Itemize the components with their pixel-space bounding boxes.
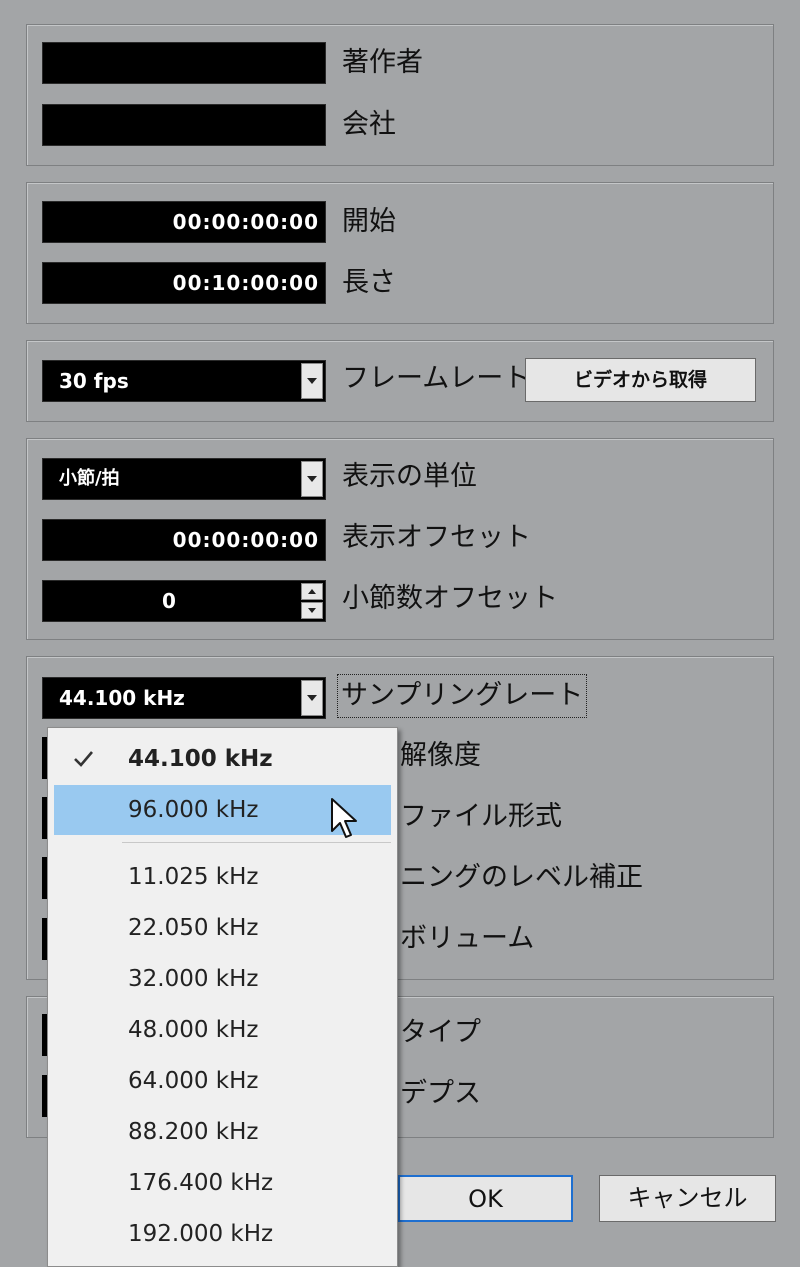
menu-item-label: 176.400 kHz (128, 1170, 274, 1196)
menu-item-label: 48.000 kHz (128, 1017, 259, 1043)
menu-item-label: 88.200 kHz (128, 1119, 259, 1145)
fileformat-label: ファイル形式 (400, 801, 562, 832)
menu-item[interactable]: 11.025 kHz (54, 852, 391, 902)
display-unit-label: 表示の単位 (342, 461, 477, 492)
framerate-select[interactable]: 30 fps (42, 360, 326, 402)
bar-offset-label: 小節数オフセット (342, 583, 558, 614)
chevron-down-icon[interactable] (301, 363, 323, 399)
menu-item-label: 44.100 kHz (128, 746, 273, 772)
start-label: 開始 (342, 206, 396, 237)
menu-item-label: 11.025 kHz (128, 864, 259, 890)
volume-label: ボリューム (400, 923, 535, 954)
framerate-value: 30 fps (59, 369, 129, 393)
stepper-arrows[interactable] (301, 583, 323, 619)
menu-item-selected[interactable]: 44.100 kHz (54, 734, 391, 784)
panning-label: ニングのレベル補正 (400, 862, 643, 893)
menu-item[interactable]: 64.000 kHz (54, 1056, 391, 1106)
stepper-up-icon[interactable] (301, 583, 323, 600)
get-from-video-button[interactable]: ビデオから取得 (525, 358, 756, 402)
menu-item-label: 32.000 kHz (128, 966, 259, 992)
menu-item-label: 22.050 kHz (128, 915, 259, 941)
framerate-label: フレームレート (342, 363, 531, 394)
samplerate-label: サンプリングレート (336, 674, 588, 718)
ok-button[interactable]: OK (398, 1175, 573, 1222)
display-unit-value: 小節/拍 (59, 468, 120, 489)
samplerate-value: 44.100 kHz (59, 686, 185, 710)
menu-item-label: 64.000 kHz (128, 1068, 259, 1094)
display-unit-select[interactable]: 小節/拍 (42, 458, 326, 500)
bar-offset-value: 0 (162, 589, 176, 613)
menu-item[interactable]: 192.000 kHz (54, 1209, 391, 1259)
resolution-label: 解像度 (400, 740, 481, 771)
company-label: 会社 (342, 109, 396, 140)
stepper-down-icon[interactable] (301, 602, 323, 619)
company-field[interactable] (42, 104, 326, 146)
chevron-down-icon[interactable] (301, 680, 323, 716)
display-offset-field[interactable]: 00:00:00:00 (42, 519, 326, 561)
checkmark-icon (74, 751, 93, 767)
display-offset-label: 表示オフセット (342, 522, 531, 553)
type-label: タイプ (400, 1017, 481, 1048)
cancel-button[interactable]: キャンセル (599, 1175, 776, 1222)
bar-offset-stepper[interactable]: 0 (42, 580, 326, 622)
menu-item[interactable]: 32.000 kHz (54, 954, 391, 1004)
menu-item[interactable]: 22.050 kHz (54, 903, 391, 953)
depth-label: デプス (400, 1078, 481, 1109)
length-field[interactable]: 00:10:00:00 (42, 262, 326, 304)
author-label: 著作者 (342, 47, 423, 78)
start-time-field[interactable]: 00:00:00:00 (42, 201, 326, 243)
length-label: 長さ (342, 267, 396, 298)
menu-item[interactable]: 176.400 kHz (54, 1158, 391, 1208)
samplerate-select[interactable]: 44.100 kHz (42, 677, 326, 719)
chevron-down-icon[interactable] (301, 461, 323, 497)
menu-item[interactable]: 88.200 kHz (54, 1107, 391, 1157)
menu-item-label: 192.000 kHz (128, 1221, 274, 1247)
author-field[interactable] (42, 42, 326, 84)
menu-item-label: 96.000 kHz (128, 797, 259, 823)
menu-item[interactable]: 48.000 kHz (54, 1005, 391, 1055)
mouse-cursor-icon (331, 798, 357, 838)
